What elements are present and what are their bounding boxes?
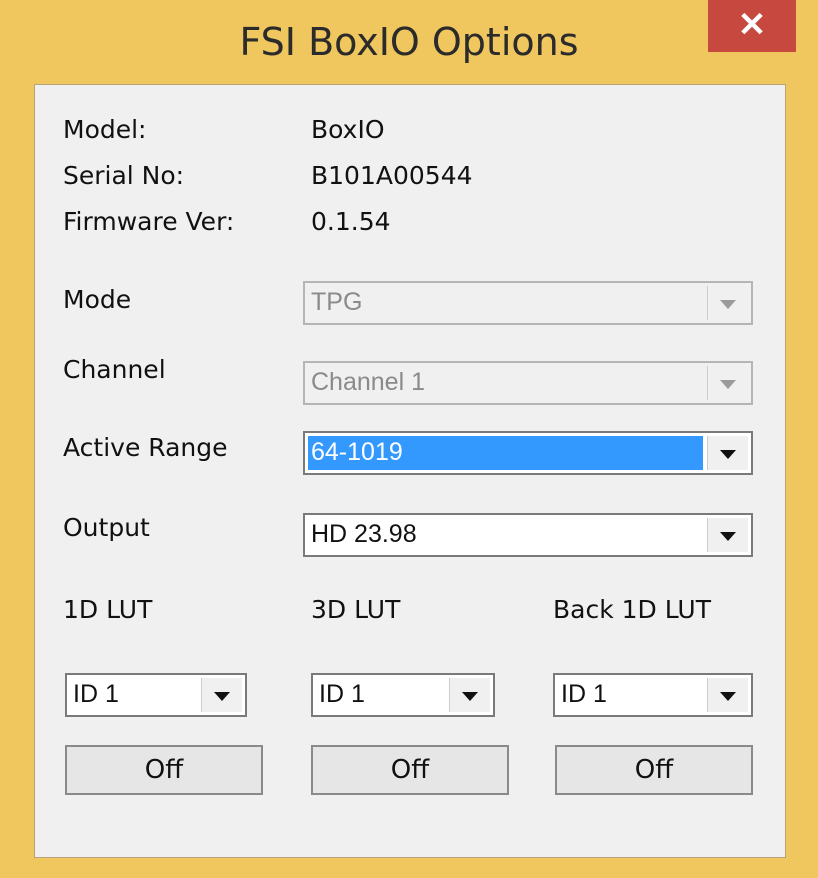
selection-highlight: 64-1019	[308, 436, 703, 470]
active-range-label: Active Range	[63, 433, 228, 462]
title-bar[interactable]: FSI BoxIO Options ✕	[0, 0, 818, 84]
output-label: Output	[63, 513, 150, 542]
chevron-down-icon	[720, 380, 736, 389]
mode-dropdown-arrow[interactable]	[707, 286, 748, 320]
lut-1d-dropdown-arrow[interactable]	[201, 678, 242, 712]
lut-3d-toggle-button[interactable]: Off	[311, 745, 509, 795]
firmware-value: 0.1.54	[311, 207, 391, 236]
lut-1d-label: 1D LUT	[63, 595, 153, 624]
close-icon: ✕	[737, 6, 767, 44]
chevron-down-icon	[214, 692, 230, 701]
window-title: FSI BoxIO Options	[239, 20, 579, 64]
channel-dropdown-arrow[interactable]	[707, 366, 748, 400]
mode-label: Mode	[63, 285, 132, 314]
lut-3d-label: 3D LUT	[311, 595, 401, 624]
output-dropdown[interactable]: HD 23.98	[303, 513, 753, 557]
channel-value: Channel 1	[311, 368, 425, 396]
output-dropdown-arrow[interactable]	[707, 518, 748, 552]
chevron-down-icon	[720, 300, 736, 309]
close-button[interactable]: ✕	[708, 0, 796, 52]
chevron-down-icon	[720, 450, 736, 459]
dialog-client-area: Model: BoxIO Serial No: B101A00544 Firmw…	[34, 84, 786, 858]
lut-1d-dropdown[interactable]: ID 1	[65, 673, 247, 717]
lut-1d-value: ID 1	[73, 680, 119, 708]
back-1d-lut-label: Back 1D LUT	[553, 595, 711, 624]
chevron-down-icon	[720, 532, 736, 541]
lut-3d-dropdown[interactable]: ID 1	[311, 673, 495, 717]
back-1d-lut-dropdown-arrow[interactable]	[707, 678, 748, 712]
mode-dropdown[interactable]: TPG	[303, 281, 753, 325]
chevron-down-icon	[720, 692, 736, 701]
serial-label: Serial No:	[63, 161, 185, 190]
model-value: BoxIO	[311, 115, 385, 144]
active-range-value: 64-1019	[311, 438, 403, 466]
output-value: HD 23.98	[311, 520, 417, 548]
back-1d-lut-dropdown[interactable]: ID 1	[553, 673, 753, 717]
lut-3d-dropdown-arrow[interactable]	[449, 678, 490, 712]
active-range-dropdown-arrow[interactable]	[707, 436, 748, 470]
serial-value: B101A00544	[311, 161, 473, 190]
options-window: FSI BoxIO Options ✕ Model: BoxIO Serial …	[0, 0, 818, 878]
channel-label: Channel	[63, 355, 166, 384]
lut-3d-value: ID 1	[319, 680, 365, 708]
active-range-dropdown[interactable]: 64-1019	[303, 431, 753, 475]
firmware-label: Firmware Ver:	[63, 207, 235, 236]
lut-1d-toggle-button[interactable]: Off	[65, 745, 263, 795]
back-1d-lut-value: ID 1	[561, 680, 607, 708]
mode-value: TPG	[311, 288, 363, 316]
back-1d-lut-toggle-button[interactable]: Off	[555, 745, 753, 795]
model-label: Model:	[63, 115, 147, 144]
chevron-down-icon	[462, 692, 478, 701]
channel-dropdown[interactable]: Channel 1	[303, 361, 753, 405]
